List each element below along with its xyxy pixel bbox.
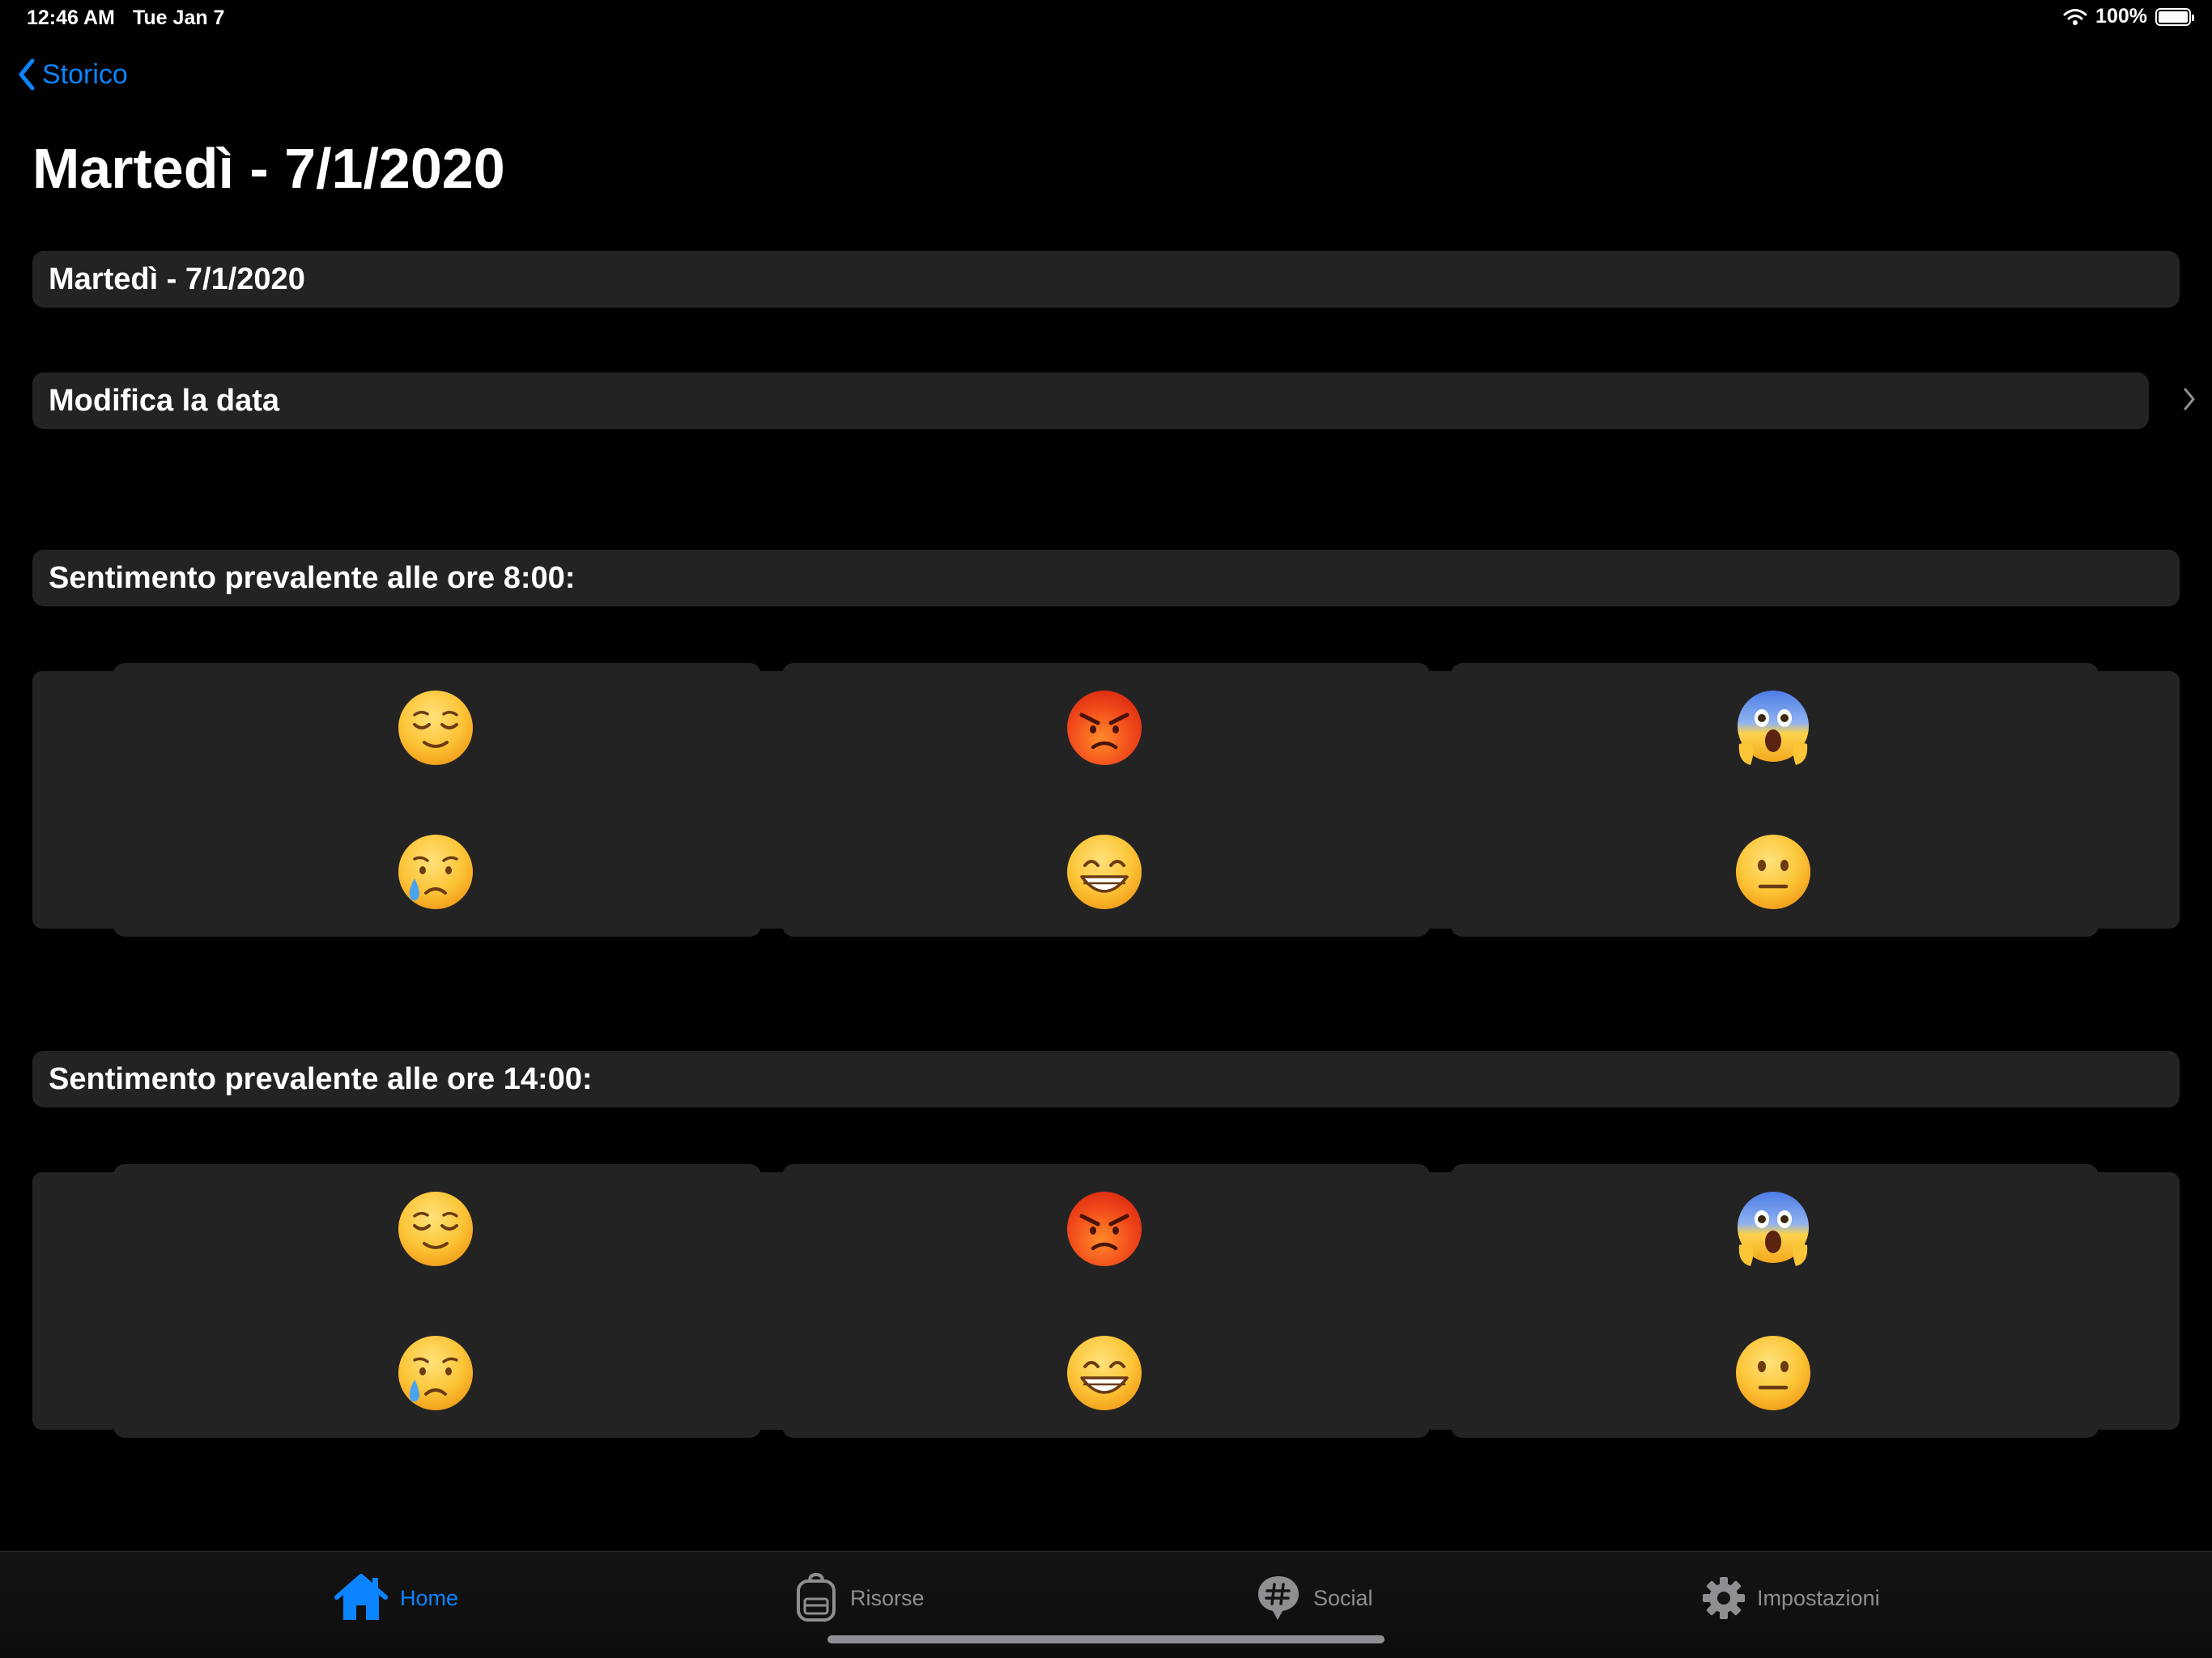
grinning-face-icon [1064, 831, 1145, 912]
crying-face-icon [395, 831, 476, 912]
emoji-angry-button[interactable] [1056, 1180, 1153, 1278]
angry-face-icon [1064, 687, 1145, 768]
neutral-face-icon [1733, 1333, 1814, 1414]
tab-home[interactable]: Home [334, 1570, 458, 1626]
chevron-left-icon [19, 58, 35, 91]
backpack-icon [797, 1573, 836, 1622]
home-indicator [827, 1635, 1385, 1643]
battery-icon [2155, 7, 2194, 26]
tab-label: Social [1313, 1585, 1373, 1610]
back-label: Storico [42, 58, 128, 90]
emoji-grinning-button[interactable] [1056, 1324, 1153, 1422]
emoji-screaming-button[interactable] [1725, 1180, 1822, 1278]
emoji-panel-afternoon [32, 1164, 2180, 1438]
wifi-icon [2063, 8, 2087, 25]
status-indicators: 100% [2063, 5, 2194, 28]
date-row: Martedì - 7/1/2020 [32, 251, 2180, 308]
emoji-grinning-button[interactable] [1056, 823, 1153, 920]
emoji-crying-button[interactable] [387, 1324, 484, 1422]
emoji-relieved-button[interactable] [387, 679, 484, 776]
page-title: Martedì - 7/1/2020 [32, 137, 505, 200]
grinning-face-icon [1064, 1333, 1145, 1414]
section-header-afternoon: Sentimento prevalente alle ore 14:00: [32, 1051, 2180, 1107]
date-row-label: Martedì - 7/1/2020 [49, 261, 305, 296]
relieved-face-icon [395, 1188, 476, 1269]
chevron-right-icon[interactable] [2183, 387, 2196, 411]
tab-label: Home [400, 1585, 459, 1610]
battery-percent: 100% [2095, 5, 2147, 28]
emoji-neutral-button[interactable] [1725, 823, 1822, 920]
emoji-panel-morning [32, 663, 2180, 937]
hashtag-bubble-icon [1258, 1576, 1299, 1620]
emoji-neutral-button[interactable] [1725, 1324, 1822, 1422]
status-bar: 12:46 AM Tue Jan 7 100% [0, 0, 2212, 39]
tab-label: Risorse [850, 1585, 925, 1610]
battery-tip [2192, 14, 2194, 21]
tab-social[interactable]: Social [1255, 1570, 1373, 1626]
status-date: Tue Jan 7 [133, 6, 225, 29]
screen: 12:46 AM Tue Jan 7 100% Storico Martedì … [0, 0, 2212, 1658]
gear-icon [1703, 1577, 1745, 1619]
angry-face-icon [1064, 1188, 1145, 1269]
back-button[interactable]: Storico [18, 58, 128, 91]
tab-label: Impostazioni [1757, 1585, 1880, 1610]
screaming-face-icon [1733, 1188, 1814, 1269]
section-header-label: Sentimento prevalente alle ore 14:00: [49, 1061, 593, 1096]
emoji-crying-button[interactable] [387, 823, 484, 920]
emoji-screaming-button[interactable] [1725, 679, 1822, 776]
screaming-face-icon [1733, 687, 1814, 768]
status-time: 12:46 AM [27, 6, 115, 29]
emoji-relieved-button[interactable] [387, 1180, 484, 1278]
edit-date-label: Modifica la data [49, 383, 280, 418]
section-header-morning: Sentimento prevalente alle ore 8:00: [32, 550, 2180, 606]
tab-risorse[interactable]: Risorse [793, 1570, 925, 1626]
tab-impostazioni[interactable]: Impostazioni [1702, 1570, 1880, 1626]
battery-fill [2159, 11, 2188, 23]
crying-face-icon [395, 1333, 476, 1414]
edit-date-row[interactable]: Modifica la data [32, 372, 2149, 429]
neutral-face-icon [1733, 831, 1814, 912]
section-header-label: Sentimento prevalente alle ore 8:00: [49, 560, 576, 595]
relieved-face-icon [395, 687, 476, 768]
emoji-angry-button[interactable] [1056, 679, 1153, 776]
house-icon [334, 1574, 388, 1620]
